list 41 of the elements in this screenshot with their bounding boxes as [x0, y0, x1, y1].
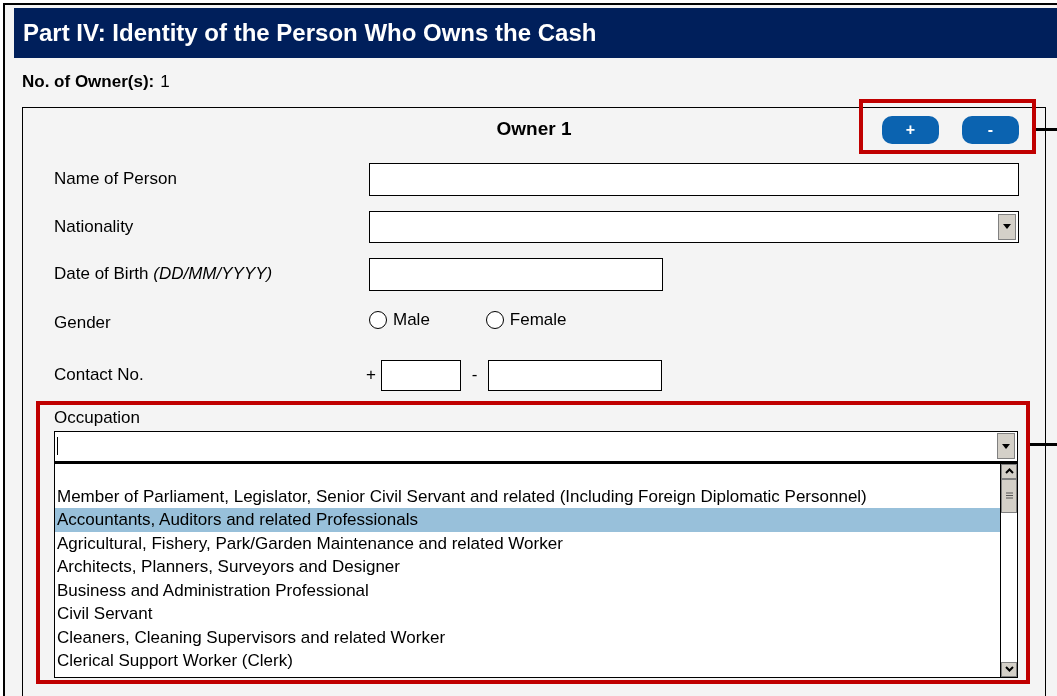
radio-label: Male	[393, 308, 430, 331]
owner-count-label: No. of Owner(s):	[22, 71, 155, 93]
dropdown-option[interactable]: Cleaners, Cleaning Supervisors and related Worker	[55, 625, 1000, 649]
text-field[interactable]	[369, 162, 1019, 196]
dropdown-field[interactable]	[369, 210, 1019, 243]
caret-icon	[1002, 443, 1010, 449]
dropdown-option[interactable]: Agricultural, Fishery, Park/Garden Maintenance and related Worker	[55, 531, 1000, 555]
phone-number-field[interactable]	[488, 359, 662, 391]
radio-button[interactable]	[369, 310, 387, 329]
plus-sign: +	[366, 364, 377, 387]
field-label: Gender	[54, 312, 111, 332]
radio-button[interactable]	[485, 310, 504, 329]
caret-icon	[1003, 224, 1011, 229]
dropdown-option[interactable]: Clerical Support Worker (Clerk)	[55, 649, 1000, 673]
scroll-thumb[interactable]	[1001, 478, 1017, 513]
dropdown-button[interactable]	[997, 433, 1015, 459]
scroll-down-icon	[1004, 666, 1014, 672]
scrollbar[interactable]	[1000, 463, 1017, 677]
field-label: Nationality	[54, 216, 134, 236]
scroll-up-icon	[1004, 468, 1014, 474]
dropdown-option[interactable]: Business and Administration Professional	[55, 578, 1000, 602]
owner-count-value: 1	[160, 71, 170, 93]
text-field[interactable]	[369, 257, 663, 291]
dropdown-option[interactable]: Member of Parliament, Legislator, Senior Civil Servant and related (Including Foreign Diplomatic Personnel)	[55, 484, 1000, 508]
grip-icon	[1005, 492, 1013, 499]
combo-box[interactable]	[54, 430, 1018, 462]
dropdown-option[interactable]: Accountants, Auditors and related Professionals	[55, 508, 1000, 532]
field-label: Occupation	[54, 407, 141, 428]
dropdown-option[interactable]: Civil Servant	[55, 602, 1000, 626]
owner-title: Owner 1	[496, 117, 572, 142]
add-owner-button[interactable]: +	[882, 116, 939, 144]
radio-label: Female	[509, 308, 567, 331]
dropdown-option[interactable]: Architects, Planners, Surveyors and Designer	[55, 555, 1000, 579]
field-label: Contact No.	[54, 365, 144, 385]
country-code-field[interactable]	[381, 359, 461, 391]
field-label: Date of Birth (DD/MM/YYYY)	[54, 264, 273, 284]
section-title: Part IV: Identity of the Person Who Owns the Cash	[23, 18, 597, 48]
dropdown-button[interactable]	[998, 213, 1016, 240]
dash-sign: -	[470, 364, 479, 387]
remove-owner-button[interactable]: -	[962, 116, 1019, 144]
field-label: Name of Person	[54, 169, 177, 189]
